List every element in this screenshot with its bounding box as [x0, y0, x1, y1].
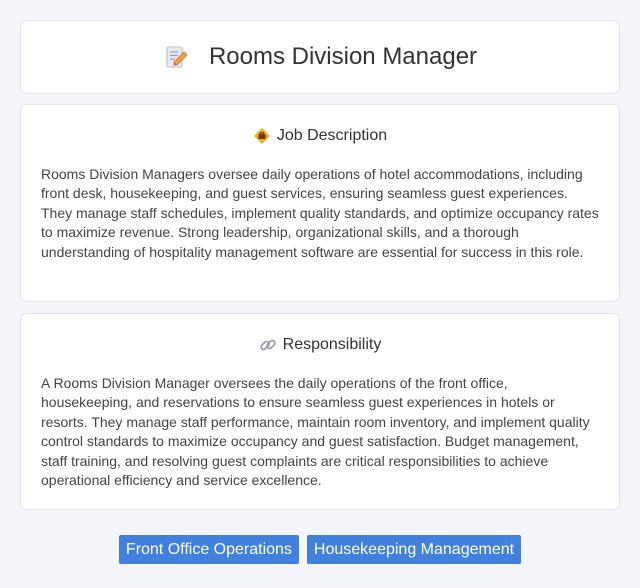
responsibility-heading: Responsibility: [21, 336, 619, 354]
job-description-card: Job Description Rooms Division Managers …: [20, 104, 620, 302]
tag-list: Front Office Operations Housekeeping Man…: [0, 535, 640, 564]
responsibility-title: Responsibility: [282, 336, 382, 353]
tag-front-office-operations[interactable]: Front Office Operations: [118, 535, 299, 564]
responsibility-text: A Rooms Division Manager oversees the da…: [41, 375, 590, 489]
link-icon: [259, 336, 277, 354]
responsibility-card: Responsibility A Rooms Division Manager …: [20, 313, 620, 510]
page-title: Rooms Division Manager: [208, 43, 478, 70]
diamond-briefcase-icon: [253, 127, 271, 145]
job-description-heading: Job Description: [21, 127, 619, 145]
job-description-title: Job Description: [276, 127, 388, 144]
memo-pencil-icon: [163, 44, 189, 70]
title-card: Rooms Division Manager: [20, 20, 620, 94]
tag-housekeeping-management[interactable]: Housekeeping Management: [306, 535, 522, 564]
job-description-text: Rooms Division Managers oversee daily op…: [41, 166, 599, 260]
